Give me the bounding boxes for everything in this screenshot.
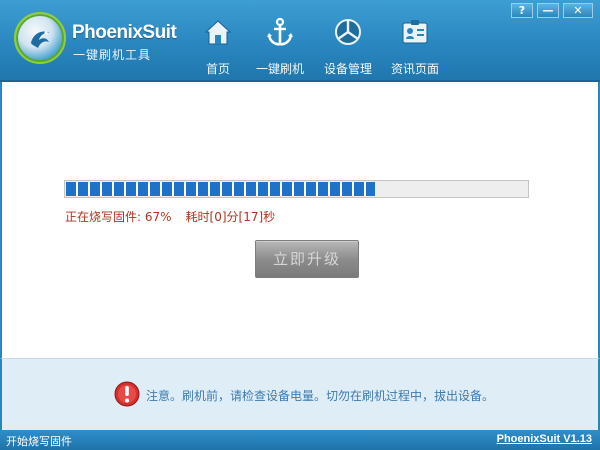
device-icon xyxy=(335,19,361,45)
upgrade-now-button[interactable]: 立即升级 xyxy=(255,240,359,278)
notice-text: 注意。刷机前，请检查设备电量。切勿在刷机过程中，拔出设备。 xyxy=(146,389,495,403)
nav-device-management[interactable]: 设备管理 xyxy=(313,16,383,80)
help-button[interactable]: ? xyxy=(511,3,533,18)
close-button[interactable]: ✕ xyxy=(563,3,593,18)
nav-home-label: 首页 xyxy=(205,62,230,76)
notice-band: 注意。刷机前，请检查设备电量。切勿在刷机过程中，拔出设备。 xyxy=(0,358,600,430)
nav-one-click-flash-label: 一键刷机 xyxy=(255,62,304,76)
nav-one-click-flash[interactable]: 一键刷机 xyxy=(245,16,315,80)
warning-icon xyxy=(114,381,140,407)
flash-status-text: 正在烧写固件: 67% xyxy=(65,210,172,224)
nav-device-management-label: 设备管理 xyxy=(323,62,372,76)
flash-progress-bar xyxy=(64,180,529,198)
status-bar-text: 开始烧写固件 xyxy=(6,435,72,448)
info-card-icon xyxy=(402,20,428,44)
status-bar: 开始烧写固件 PhoenixSuit V1.13 xyxy=(0,430,600,450)
flash-status-line: 正在烧写固件: 67% 耗时[0]分[17]秒 xyxy=(65,208,289,225)
header-bar: PhoenixSuit 一键刷机工具 首页 一键刷机 设备管理 资讯页面 ? —… xyxy=(0,0,600,82)
nav-info-page[interactable]: 资讯页面 xyxy=(380,16,450,80)
elapsed-time-text: 耗时[0]分[17]秒 xyxy=(185,210,276,224)
app-window: PhoenixSuit 一键刷机工具 首页 一键刷机 设备管理 资讯页面 ? —… xyxy=(0,0,600,450)
nav-home[interactable]: 首页 xyxy=(183,16,253,80)
phoenix-logo-icon xyxy=(14,12,66,64)
app-name: PhoenixSuit xyxy=(72,22,177,43)
flash-progress-fill xyxy=(66,182,375,196)
anchor-icon xyxy=(267,17,293,46)
nav-info-page-label: 资讯页面 xyxy=(390,62,439,76)
app-subtitle: 一键刷机工具 xyxy=(73,48,152,62)
home-icon xyxy=(204,20,232,45)
version-link[interactable]: PhoenixSuit V1.13 xyxy=(497,433,592,445)
minimize-button[interactable]: — xyxy=(537,3,559,18)
